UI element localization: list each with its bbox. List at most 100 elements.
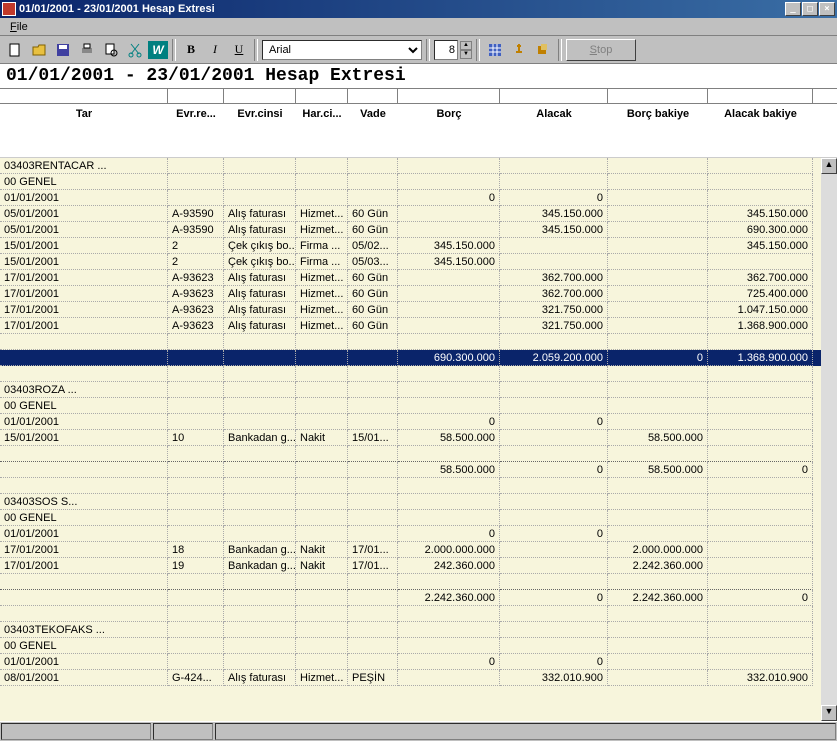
cell[interactable] <box>608 414 708 430</box>
cell[interactable] <box>708 494 813 510</box>
cell[interactable]: 0 <box>500 190 608 206</box>
cell[interactable] <box>500 478 608 494</box>
cell[interactable]: 17/01/2001 <box>0 318 168 334</box>
table-row[interactable]: 15/01/20012Çek çıkış bo...Firma ...05/02… <box>0 238 821 254</box>
cell[interactable] <box>296 190 348 206</box>
cell[interactable] <box>348 382 398 398</box>
stop-button[interactable]: Stop <box>566 39 636 61</box>
cell[interactable]: 03403TEKOFAKS ... <box>0 622 168 638</box>
cell[interactable]: 01/01/2001 <box>0 654 168 670</box>
cell[interactable]: 345.150.000 <box>708 238 813 254</box>
vertical-scrollbar[interactable]: ▲ ▼ <box>821 158 837 721</box>
cell[interactable] <box>398 366 500 382</box>
cell[interactable] <box>708 334 813 350</box>
cell[interactable]: Nakit <box>296 558 348 574</box>
cell[interactable]: 0 <box>398 190 500 206</box>
table-row[interactable]: 01/01/200100 <box>0 654 821 670</box>
scroll-down-icon[interactable]: ▼ <box>821 705 837 721</box>
cell[interactable]: 345.150.000 <box>708 206 813 222</box>
header-borc[interactable]: Borç <box>398 104 500 157</box>
cell[interactable] <box>398 286 500 302</box>
table-row[interactable]: 08/01/2001G-424...Alış faturasıHizmet...… <box>0 670 821 686</box>
cell[interactable] <box>296 414 348 430</box>
font-size-input[interactable] <box>434 40 458 60</box>
cell[interactable] <box>398 270 500 286</box>
table-row[interactable]: 05/01/2001A-93590Alış faturasıHizmet...6… <box>0 206 821 222</box>
cell[interactable] <box>296 478 348 494</box>
cell[interactable] <box>608 494 708 510</box>
cell[interactable] <box>398 574 500 590</box>
cell[interactable]: 58.500.000 <box>398 430 500 446</box>
cell[interactable] <box>708 382 813 398</box>
print-button[interactable] <box>76 39 98 61</box>
cell[interactable]: PEŞİN <box>348 670 398 686</box>
cell[interactable]: Bankadan g... <box>224 558 296 574</box>
cell[interactable]: 1.368.900.000 <box>708 350 813 366</box>
print-preview-button[interactable] <box>100 39 122 61</box>
cell[interactable] <box>608 670 708 686</box>
cell[interactable]: 19 <box>168 558 224 574</box>
menu-file[interactable]: File <box>4 19 34 35</box>
cell[interactable] <box>0 478 168 494</box>
cell[interactable] <box>500 366 608 382</box>
cell[interactable] <box>348 494 398 510</box>
cell[interactable]: Alış faturası <box>224 270 296 286</box>
cell[interactable]: 17/01... <box>348 542 398 558</box>
cell[interactable] <box>608 366 708 382</box>
cell[interactable]: 58.500.000 <box>608 462 708 478</box>
cell[interactable] <box>608 574 708 590</box>
cell[interactable] <box>0 590 168 606</box>
cell[interactable] <box>500 606 608 622</box>
cell[interactable]: 05/01/2001 <box>0 206 168 222</box>
cell[interactable]: 321.750.000 <box>500 318 608 334</box>
cell[interactable] <box>398 206 500 222</box>
cell[interactable] <box>348 366 398 382</box>
cell[interactable]: 2.242.360.000 <box>398 590 500 606</box>
cell[interactable] <box>708 622 813 638</box>
cell[interactable] <box>708 398 813 414</box>
cell[interactable]: 0 <box>708 590 813 606</box>
cell[interactable] <box>608 606 708 622</box>
cell[interactable]: 60 Gün <box>348 286 398 302</box>
cell[interactable] <box>168 382 224 398</box>
table-row[interactable]: 2.242.360.00002.242.360.0000 <box>0 590 821 606</box>
font-size-spinner[interactable]: ▲▼ <box>460 41 472 59</box>
cell[interactable]: 17/01/2001 <box>0 270 168 286</box>
cell[interactable] <box>398 510 500 526</box>
cell[interactable] <box>608 510 708 526</box>
cell[interactable] <box>708 654 813 670</box>
cell[interactable] <box>224 382 296 398</box>
cell[interactable]: 0 <box>500 462 608 478</box>
cell[interactable] <box>608 398 708 414</box>
cell[interactable] <box>500 494 608 510</box>
cell[interactable] <box>296 526 348 542</box>
cell[interactable] <box>296 574 348 590</box>
cell[interactable]: 03403RENTACAR ... <box>0 158 168 174</box>
cell[interactable]: Hizmet... <box>296 318 348 334</box>
cell[interactable] <box>398 446 500 462</box>
italic-button[interactable]: I <box>204 39 226 61</box>
cell[interactable] <box>224 414 296 430</box>
cell[interactable]: 00 GENEL <box>0 638 168 654</box>
cell[interactable] <box>348 478 398 494</box>
table-row[interactable]: 58.500.000058.500.0000 <box>0 462 821 478</box>
cell[interactable]: 725.400.000 <box>708 286 813 302</box>
cell[interactable] <box>500 238 608 254</box>
cell[interactable] <box>224 638 296 654</box>
cell[interactable] <box>168 414 224 430</box>
tool-icon[interactable] <box>532 39 554 61</box>
cell[interactable]: Firma ... <box>296 238 348 254</box>
table-row[interactable]: 00 GENEL <box>0 174 821 190</box>
cell[interactable] <box>0 574 168 590</box>
cell[interactable] <box>500 334 608 350</box>
cell[interactable]: Hizmet... <box>296 302 348 318</box>
table-row[interactable]: 17/01/200119Bankadan g...Nakit17/01...24… <box>0 558 821 574</box>
cell[interactable]: 00 GENEL <box>0 174 168 190</box>
cell[interactable] <box>168 590 224 606</box>
cell[interactable] <box>296 622 348 638</box>
open-button[interactable] <box>28 39 50 61</box>
cell[interactable] <box>500 398 608 414</box>
cell[interactable]: Çek çıkış bo... <box>224 238 296 254</box>
cell[interactable] <box>608 270 708 286</box>
cell[interactable] <box>500 382 608 398</box>
